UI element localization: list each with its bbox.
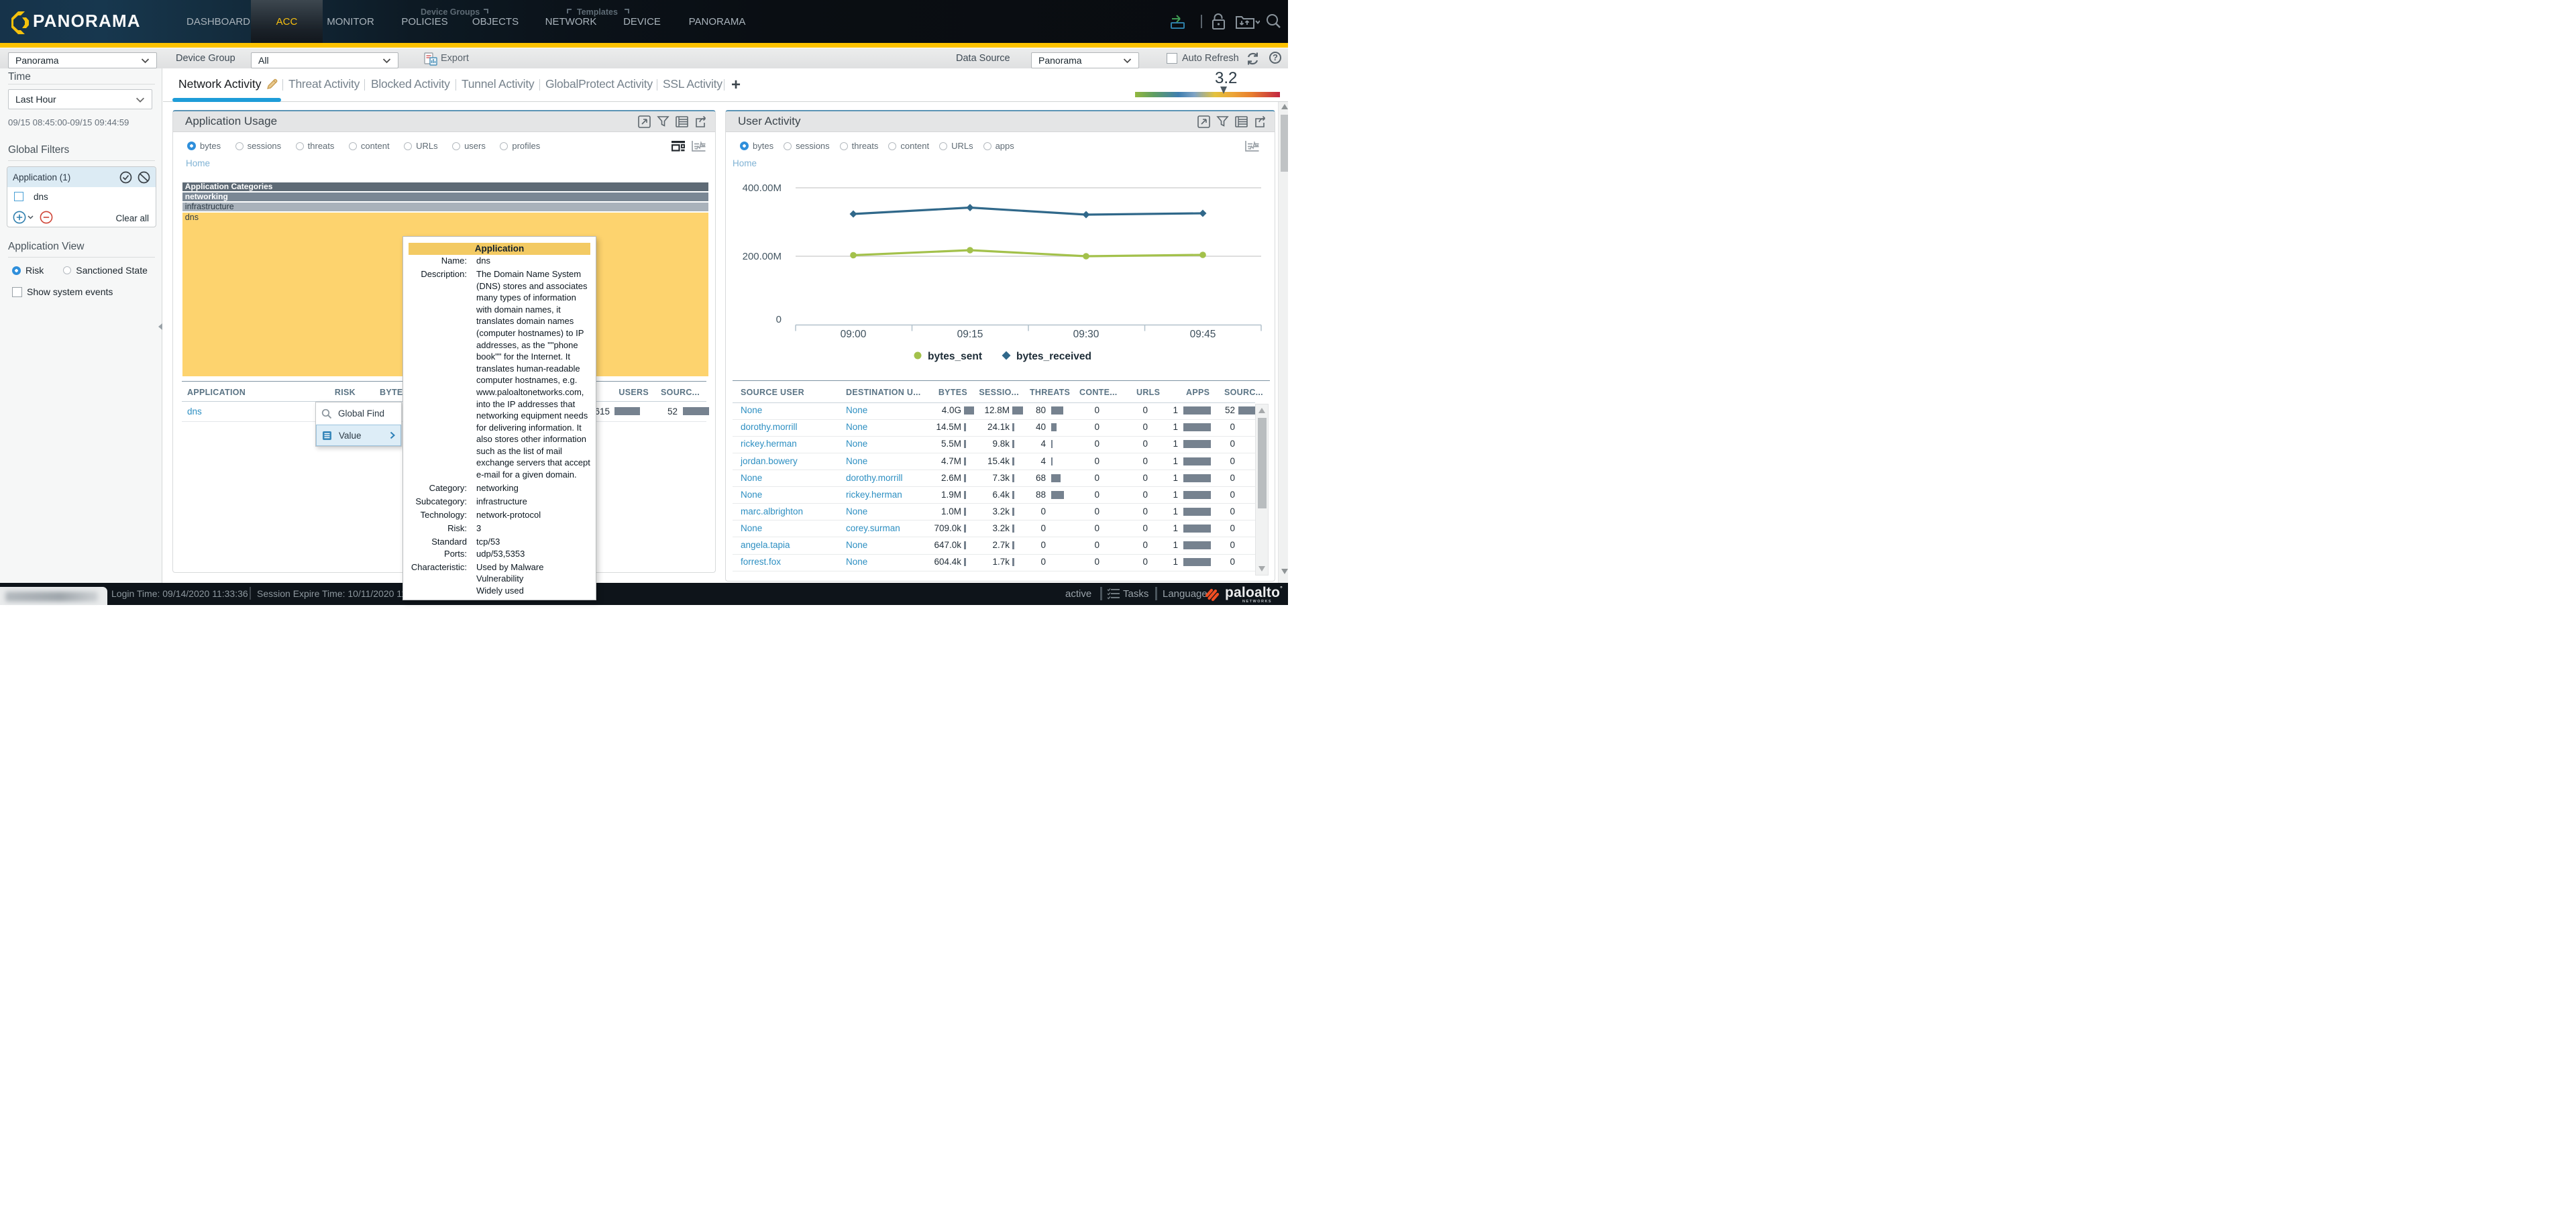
svg-text:09:30: 09:30 [1073,329,1099,340]
svg-text:400.00M: 400.00M [743,182,782,194]
svg-text:09:45: 09:45 [1190,329,1216,340]
svg-text:200.00M: 200.00M [743,251,782,262]
svg-text:09:15: 09:15 [957,329,983,340]
svg-text:09:00: 09:00 [841,329,867,340]
svg-text:bytes_received: bytes_received [1016,351,1091,362]
svg-text:0: 0 [776,314,782,325]
svg-text:bytes_sent: bytes_sent [928,351,982,362]
